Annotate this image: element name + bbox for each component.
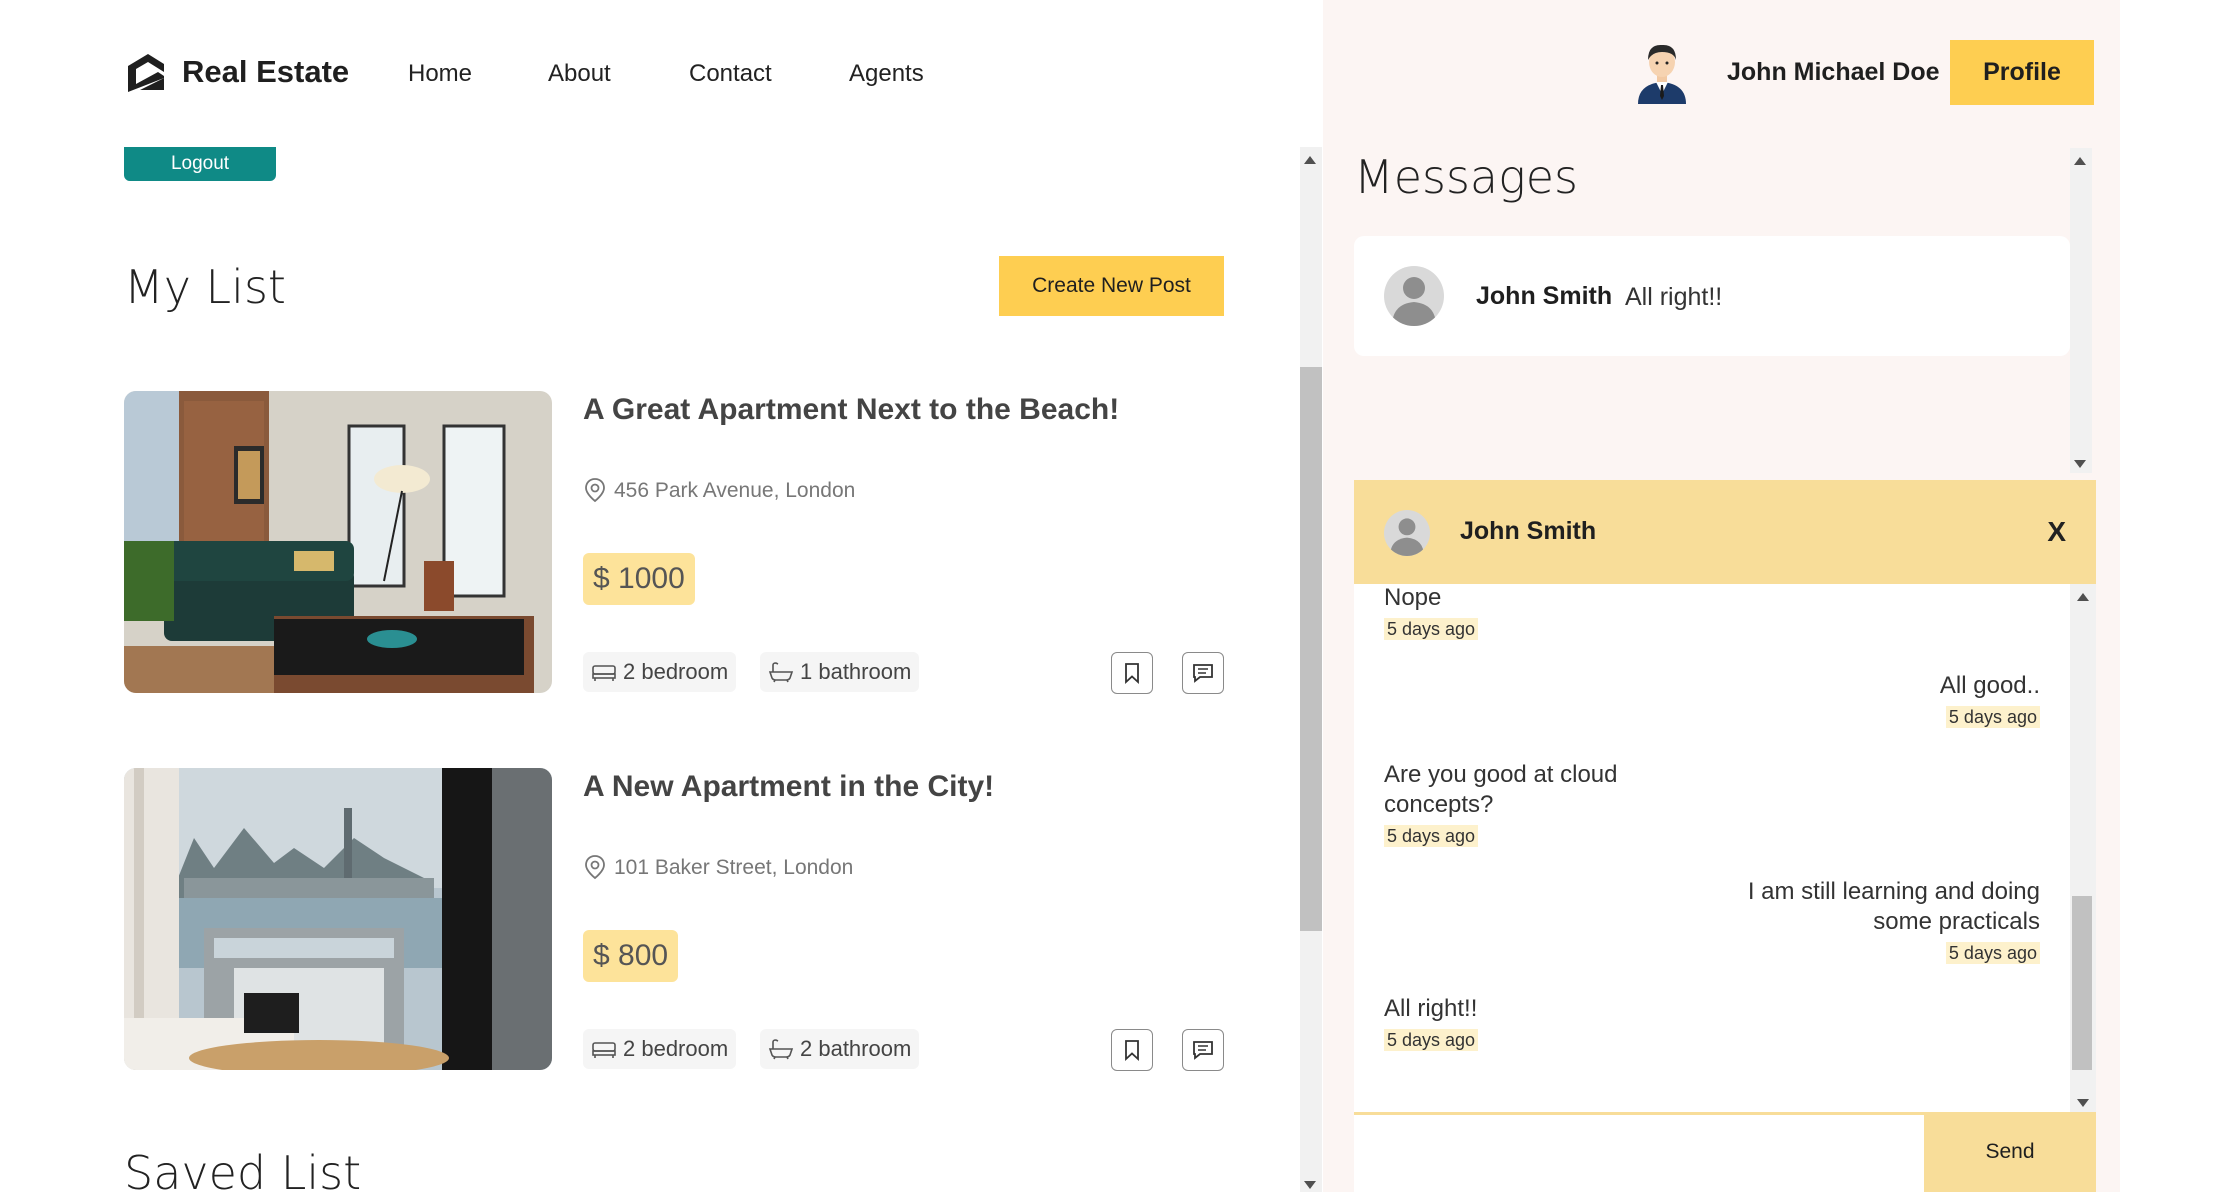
chat-message: All good.. 5 days ago: [1754, 671, 2040, 731]
listing-title[interactable]: A Great Apartment Next to the Beach!: [583, 393, 1119, 427]
bathroom-feature: 1 bathroom: [760, 652, 920, 692]
logo-icon[interactable]: [124, 50, 168, 94]
listing-price: $ 1000: [583, 553, 695, 605]
scroll-up-arrow-icon[interactable]: [2074, 157, 2086, 165]
chat-bubble-icon: [1193, 1041, 1213, 1060]
chat-message-time: 5 days ago: [1384, 1029, 1479, 1051]
location-pin-icon: [585, 855, 605, 880]
bedroom-label: 2 bedroom: [623, 659, 729, 684]
close-chat-button[interactable]: X: [2047, 516, 2066, 548]
chat-message-time: 5 days ago: [1384, 618, 1479, 640]
scroll-down-arrow-icon[interactable]: [1304, 1181, 1316, 1189]
chat-scrollbar[interactable]: [2070, 584, 2096, 1112]
location-pin-icon: [585, 478, 605, 503]
contact-avatar: [1384, 510, 1430, 556]
chat-message-time: 5 days ago: [1945, 942, 2040, 964]
message-list-item[interactable]: John Smith All right!!: [1354, 236, 2070, 356]
listing-title[interactable]: A New Apartment in the City!: [583, 770, 994, 804]
nav-link-about[interactable]: About: [548, 60, 611, 88]
profile-button[interactable]: Profile: [1950, 40, 2094, 105]
messages-scrollbar[interactable]: [2070, 148, 2092, 473]
chat-message: I am still learning and doing some pract…: [1734, 877, 2040, 967]
nav-link-contact[interactable]: Contact: [689, 60, 772, 88]
send-button[interactable]: Send: [1924, 1112, 2096, 1192]
bed-icon: [592, 1042, 616, 1058]
scroll-up-arrow-icon[interactable]: [2077, 593, 2089, 601]
bath-icon: [768, 662, 794, 683]
chat-message-text: I am still learning and doing some pract…: [1747, 878, 2040, 935]
bathroom-label: 2 bathroom: [800, 1036, 912, 1061]
chat-message-text: All good..: [1939, 672, 2040, 699]
listing-address: 101 Baker Street, London: [614, 856, 854, 879]
scrollbar-thumb[interactable]: [2072, 896, 2092, 1070]
chat-message: All right!! 5 days ago: [1384, 994, 1479, 1054]
bath-icon: [768, 1039, 794, 1060]
scroll-down-arrow-icon[interactable]: [2074, 460, 2086, 468]
chat-contact-name: John Smith: [1460, 517, 1597, 545]
chat-footer: Send: [1354, 1112, 2096, 1192]
chat-header: John Smith X: [1354, 480, 2096, 584]
bedroom-label: 2 bedroom: [623, 1036, 729, 1061]
page-scrollbar[interactable]: [1300, 147, 1322, 1192]
bookmark-icon: [1125, 1040, 1139, 1062]
listing-address: 456 Park Avenue, London: [614, 479, 856, 502]
listing-image-living-room[interactable]: [124, 391, 552, 693]
chat-message-text: Nope: [1384, 584, 1442, 611]
chat-message-time: 5 days ago: [1945, 706, 2040, 728]
chat-message-time: 5 days ago: [1384, 825, 1479, 847]
user-avatar[interactable]: [1634, 38, 1690, 104]
chat-message-text: All right!!: [1384, 995, 1478, 1022]
bookmark-icon: [1125, 663, 1139, 685]
chat-message-text: Are you good at cloud concepts?: [1384, 761, 1618, 818]
create-new-post-button[interactable]: Create New Post: [999, 256, 1224, 316]
logout-button[interactable]: Logout: [124, 147, 276, 181]
chat-message: Are you good at cloud concepts? 5 days a…: [1384, 760, 1644, 850]
nav-link-home[interactable]: Home: [408, 60, 472, 88]
bedroom-feature: 2 bedroom: [583, 1029, 737, 1069]
bookmark-button[interactable]: [1111, 1029, 1153, 1071]
chat-window: John Smith X Nope 5 days ago All good.. …: [1354, 480, 2096, 1192]
bed-icon: [592, 665, 616, 681]
chat-message: Nope 5 days ago: [1384, 583, 1479, 643]
scrollbar-thumb[interactable]: [1300, 367, 1322, 931]
bookmark-button[interactable]: [1111, 652, 1153, 694]
listing-image-city-view[interactable]: [124, 768, 552, 1070]
nav-link-agents[interactable]: Agents: [849, 60, 924, 88]
my-list-title: My List: [124, 260, 286, 314]
chat-message-input[interactable]: [1354, 1118, 1924, 1192]
user-name: John Michael Doe: [1727, 58, 1940, 86]
contact-avatar: [1384, 266, 1444, 326]
saved-list-title: Saved List: [124, 1146, 362, 1192]
message-preview: All right!!: [1625, 283, 1723, 311]
bedroom-feature: 2 bedroom: [583, 652, 737, 692]
message-contact-name: John Smith: [1476, 282, 1613, 310]
brand-name[interactable]: Real Estate: [182, 54, 349, 90]
chat-button[interactable]: [1182, 1029, 1224, 1071]
bathroom-label: 1 bathroom: [800, 659, 912, 684]
chat-button[interactable]: [1182, 652, 1224, 694]
listing-price: $ 800: [583, 930, 679, 982]
scroll-up-arrow-icon[interactable]: [1304, 156, 1316, 164]
messages-title: Messages: [1354, 150, 1578, 204]
bathroom-feature: 2 bathroom: [760, 1029, 920, 1069]
chat-bubble-icon: [1193, 664, 1213, 683]
scroll-down-arrow-icon[interactable]: [2077, 1099, 2089, 1107]
